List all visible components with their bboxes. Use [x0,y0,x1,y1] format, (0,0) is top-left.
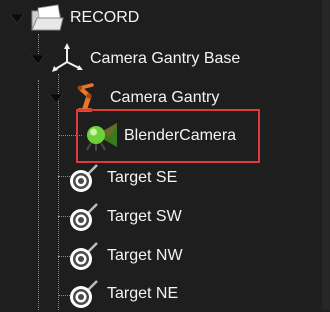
tree-item-label: RECORD [70,9,140,26]
tree-item-label: Target SW [107,208,182,225]
tree-item-record[interactable]: RECORD [30,0,139,36]
robot-arm-icon [70,81,104,115]
triangle-down-icon [31,55,45,65]
camera-icon [84,119,118,153]
axis-gizmo-icon [50,42,84,76]
tree-item-target-nw[interactable]: Target NW [67,238,183,274]
tree-item-target-ne[interactable]: Target NE [67,276,178,312]
expand-toggle-camera-gantry[interactable] [49,94,63,104]
triangle-down-icon [49,94,63,104]
tree-item-camera-gantry-base[interactable]: Camera Gantry Base [50,41,240,77]
tree-item-label: Camera Gantry [110,89,220,106]
expand-toggle-camera-gantry-base[interactable] [31,55,45,65]
scene-tree: RECORD Camera Gantry Base Camera Gantry … [0,0,330,310]
target-icon [67,200,101,234]
tree-connector [38,80,39,310]
scrollbar-track[interactable] [322,0,330,310]
tree-item-target-sw[interactable]: Target SW [67,199,182,235]
folder-icon [30,1,64,35]
expand-toggle-record[interactable] [10,14,24,24]
tree-item-label: Camera Gantry Base [90,50,241,67]
tree-item-camera-gantry[interactable]: Camera Gantry [70,80,219,116]
tree-item-target-se[interactable]: Target SE [67,160,177,196]
tree-item-label: Target NE [107,285,179,302]
triangle-down-icon [10,14,24,24]
tree-item-blender-camera[interactable]: BlenderCamera [84,118,236,154]
target-icon [67,277,101,311]
tree-connector [58,135,82,136]
tree-item-label: Target SE [107,169,178,186]
tree-connector [58,74,59,310]
tree-item-label: BlenderCamera [124,127,237,144]
tree-item-label: Target NW [107,247,183,264]
target-icon [67,161,101,195]
target-icon [67,239,101,273]
